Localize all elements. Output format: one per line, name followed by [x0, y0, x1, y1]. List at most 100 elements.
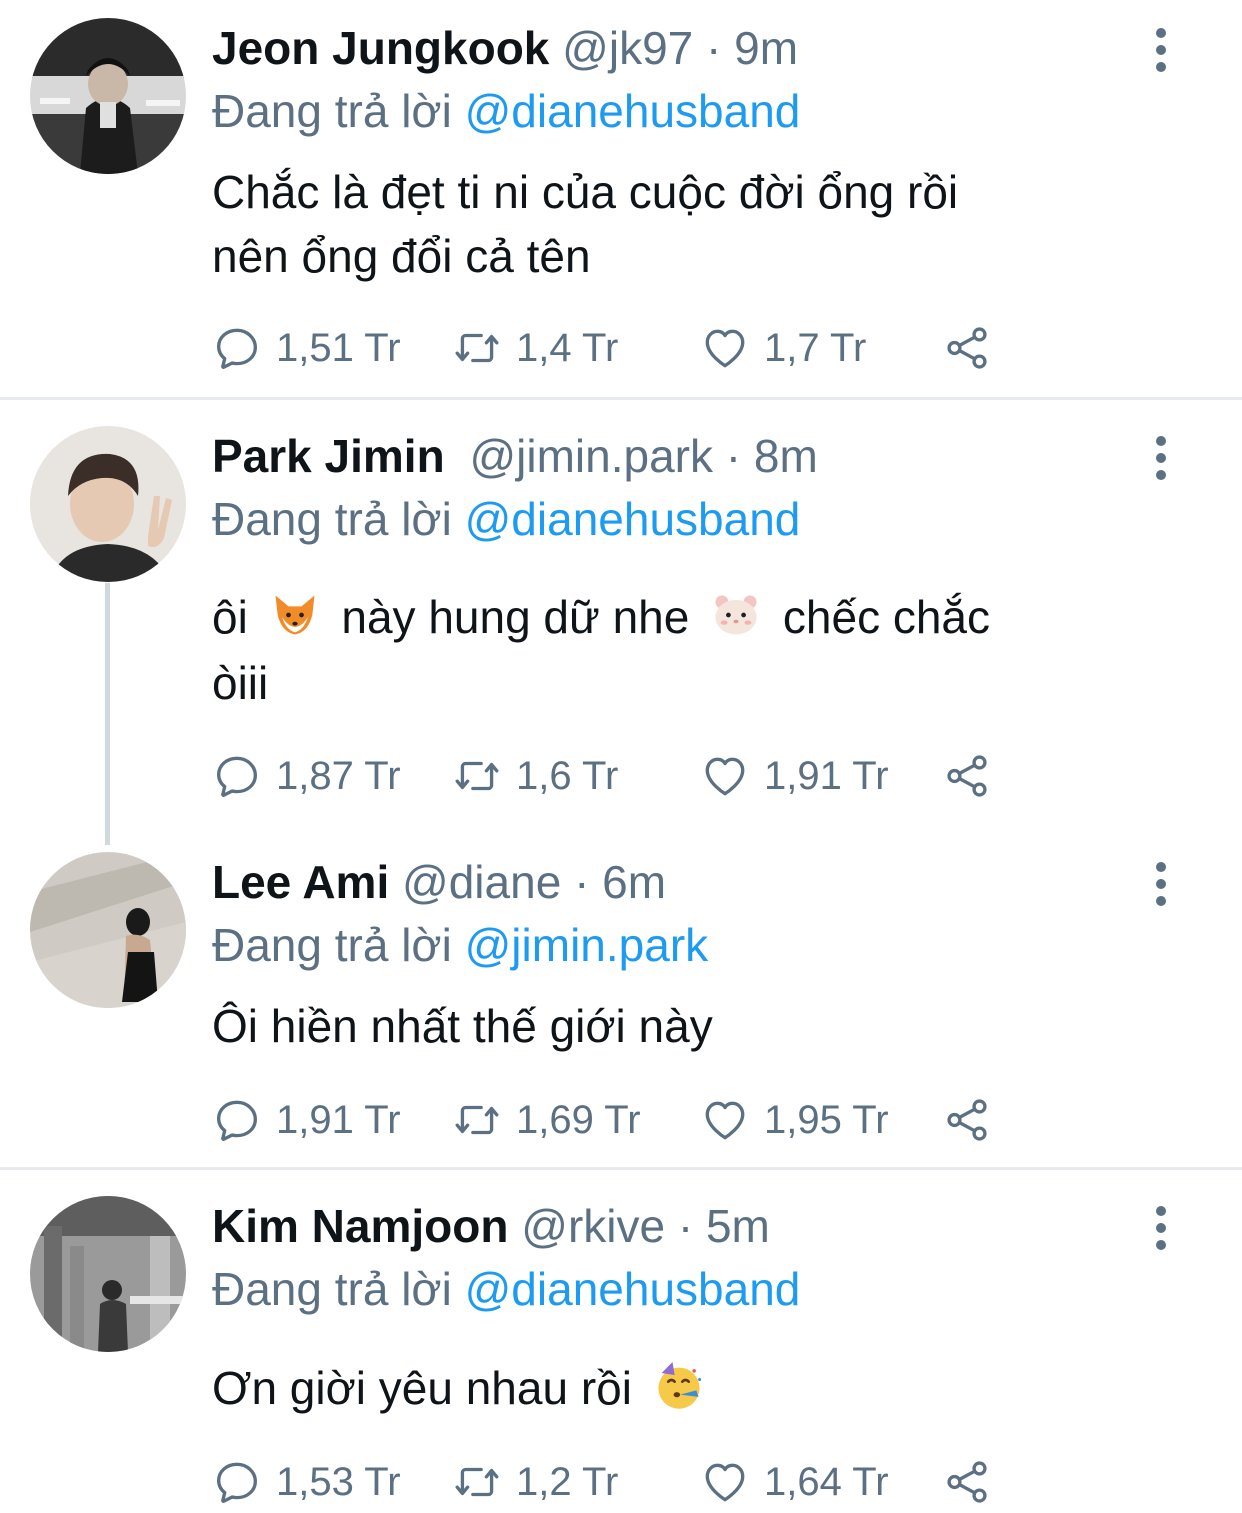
retweet-button[interactable]: 1,69 Tr: [452, 1090, 641, 1150]
retweet-icon: [452, 751, 502, 801]
timestamp[interactable]: 8m: [754, 430, 818, 482]
tweet-actions: 1,91 Tr 1,69 Tr 1,95 Tr: [212, 1090, 1032, 1150]
avatar[interactable]: [30, 426, 186, 582]
user-handle[interactable]: @jk97: [562, 22, 693, 74]
mention-link[interactable]: @dianehusband: [465, 493, 801, 545]
mention-link[interactable]: @dianehusband: [465, 85, 801, 137]
avatar[interactable]: [30, 1196, 186, 1352]
retweet-count: 1,6 Tr: [516, 753, 619, 798]
divider: [0, 397, 1242, 400]
more-options-icon[interactable]: [1146, 862, 1176, 906]
avatar[interactable]: [30, 852, 186, 1008]
share-icon: [942, 1457, 992, 1507]
party-face-emoji: [658, 1362, 701, 1409]
reply-button[interactable]: 1,91 Tr: [212, 1090, 401, 1150]
tweet-text-line: òiii: [212, 657, 269, 709]
reply-button[interactable]: 1,51 Tr: [212, 318, 401, 378]
tweet[interactable]: Kim Namjoon @rkive · 5m Đang trả lời @di…: [0, 1196, 1242, 1513]
display-name[interactable]: Kim Namjoon: [212, 1200, 508, 1252]
like-count: 1,7 Tr: [764, 325, 867, 370]
heart-icon: [700, 1095, 750, 1145]
avatar[interactable]: [30, 18, 186, 174]
tweet[interactable]: Jeon Jungkook @jk97 · 9m Đang trả lời @d…: [0, 18, 1242, 393]
user-handle[interactable]: @diane: [402, 856, 561, 908]
retweet-button[interactable]: 1,4 Tr: [452, 318, 618, 378]
separator: ·: [677, 1200, 694, 1252]
tweet-text-line: ôi này hung dữ nhe chếc chắc: [212, 584, 1172, 650]
separator: ·: [574, 856, 590, 908]
tweet-text-line: nên ổng đổi cả tên: [212, 230, 591, 282]
reply-count: 1,91 Tr: [276, 1097, 401, 1142]
tweet-text-line: Chắc là đẹt ti ni của cuộc đời ổng rồi: [212, 166, 959, 218]
separator: ·: [725, 430, 742, 482]
more-options-icon[interactable]: [1146, 1206, 1176, 1250]
heart-icon: [700, 751, 750, 801]
share-button[interactable]: [942, 318, 1006, 378]
timestamp[interactable]: 6m: [602, 856, 666, 908]
user-handle[interactable]: @jimin.park: [469, 430, 713, 482]
retweet-button[interactable]: 1,6 Tr: [452, 746, 618, 806]
tweet-text-line: Ôi hiền nhất thế giới này: [212, 1000, 713, 1052]
like-button[interactable]: 1,95 Tr: [700, 1090, 889, 1150]
fox-emoji: [275, 595, 315, 635]
reply-icon: [212, 751, 262, 801]
tweet-text: Ơn giời yêu nhau rồi: [212, 1356, 1172, 1420]
share-button[interactable]: [942, 1452, 1006, 1512]
like-button[interactable]: 1,64 Tr: [700, 1452, 889, 1512]
tweet-header: Kim Namjoon @rkive · 5m: [212, 1196, 770, 1256]
reply-button[interactable]: 1,53 Tr: [212, 1452, 401, 1512]
reply-button[interactable]: 1,87 Tr: [212, 746, 401, 806]
replying-to-label: Đang trả lời: [212, 1263, 452, 1315]
share-icon: [942, 323, 992, 373]
tweet-text: ôi này hung dữ nhe chếc chắc òiii: [212, 584, 1172, 716]
tweet-actions: 1,53 Tr 1,2 Tr 1,64 Tr: [212, 1452, 1032, 1512]
like-button[interactable]: 1,91 Tr: [700, 746, 889, 806]
separator: ·: [706, 22, 722, 74]
timestamp[interactable]: 9m: [734, 22, 798, 74]
replying-to-label: Đang trả lời: [212, 919, 452, 971]
retweet-icon: [452, 323, 502, 373]
heart-icon: [700, 323, 750, 373]
tweet-header: Park Jimin @jimin.park · 8m: [212, 426, 818, 486]
reply-count: 1,51 Tr: [276, 325, 401, 370]
tweet-text-segment: Ơn giời yêu nhau rồi: [212, 1362, 632, 1414]
tweet[interactable]: Lee Ami @diane · 6m Đang trả lời @jimin.…: [0, 852, 1242, 1162]
reply-icon: [212, 1457, 262, 1507]
retweet-count: 1,4 Tr: [516, 325, 619, 370]
like-button[interactable]: 1,7 Tr: [700, 318, 866, 378]
heart-icon: [700, 1457, 750, 1507]
tweet-text-segment: chếc chắc: [782, 591, 991, 643]
display-name[interactable]: Jeon Jungkook: [212, 22, 549, 74]
display-name[interactable]: Lee Ami: [212, 856, 389, 908]
tweet-actions: 1,87 Tr 1,6 Tr 1,91 Tr: [212, 746, 1032, 806]
tweet-text-segment: này hung dữ nhe: [341, 591, 690, 643]
tweet[interactable]: Park Jimin @jimin.park · 8m Đang trả lời…: [0, 426, 1242, 826]
replying-to: Đang trả lời @dianehusband: [212, 488, 800, 550]
tweet-text-segment: ôi: [212, 591, 248, 643]
replying-to: Đang trả lời @jimin.park: [212, 914, 708, 976]
share-icon: [942, 1095, 992, 1145]
share-button[interactable]: [942, 746, 1006, 806]
mention-link[interactable]: @jimin.park: [465, 919, 709, 971]
more-options-icon[interactable]: [1146, 436, 1176, 480]
retweet-count: 1,2 Tr: [516, 1459, 619, 1504]
divider: [0, 1167, 1242, 1170]
display-name[interactable]: Park Jimin: [212, 430, 445, 482]
like-count: 1,95 Tr: [764, 1097, 889, 1142]
reply-icon: [212, 1095, 262, 1145]
like-count: 1,64 Tr: [764, 1459, 889, 1504]
replying-to: Đang trả lời @dianehusband: [212, 80, 800, 142]
share-button[interactable]: [942, 1090, 1006, 1150]
tweet-text-line: Ơn giời yêu nhau rồi: [212, 1356, 1172, 1420]
share-icon: [942, 751, 992, 801]
reply-icon: [212, 323, 262, 373]
like-count: 1,91 Tr: [764, 753, 889, 798]
tweet-header: Jeon Jungkook @jk97 · 9m: [212, 18, 798, 78]
more-options-icon[interactable]: [1146, 28, 1176, 72]
timestamp[interactable]: 5m: [706, 1200, 770, 1252]
retweet-button[interactable]: 1,2 Tr: [452, 1452, 618, 1512]
replying-to: Đang trả lời @dianehusband: [212, 1258, 800, 1320]
retweet-icon: [452, 1457, 502, 1507]
user-handle[interactable]: @rkive: [521, 1200, 665, 1252]
mention-link[interactable]: @dianehusband: [465, 1263, 801, 1315]
